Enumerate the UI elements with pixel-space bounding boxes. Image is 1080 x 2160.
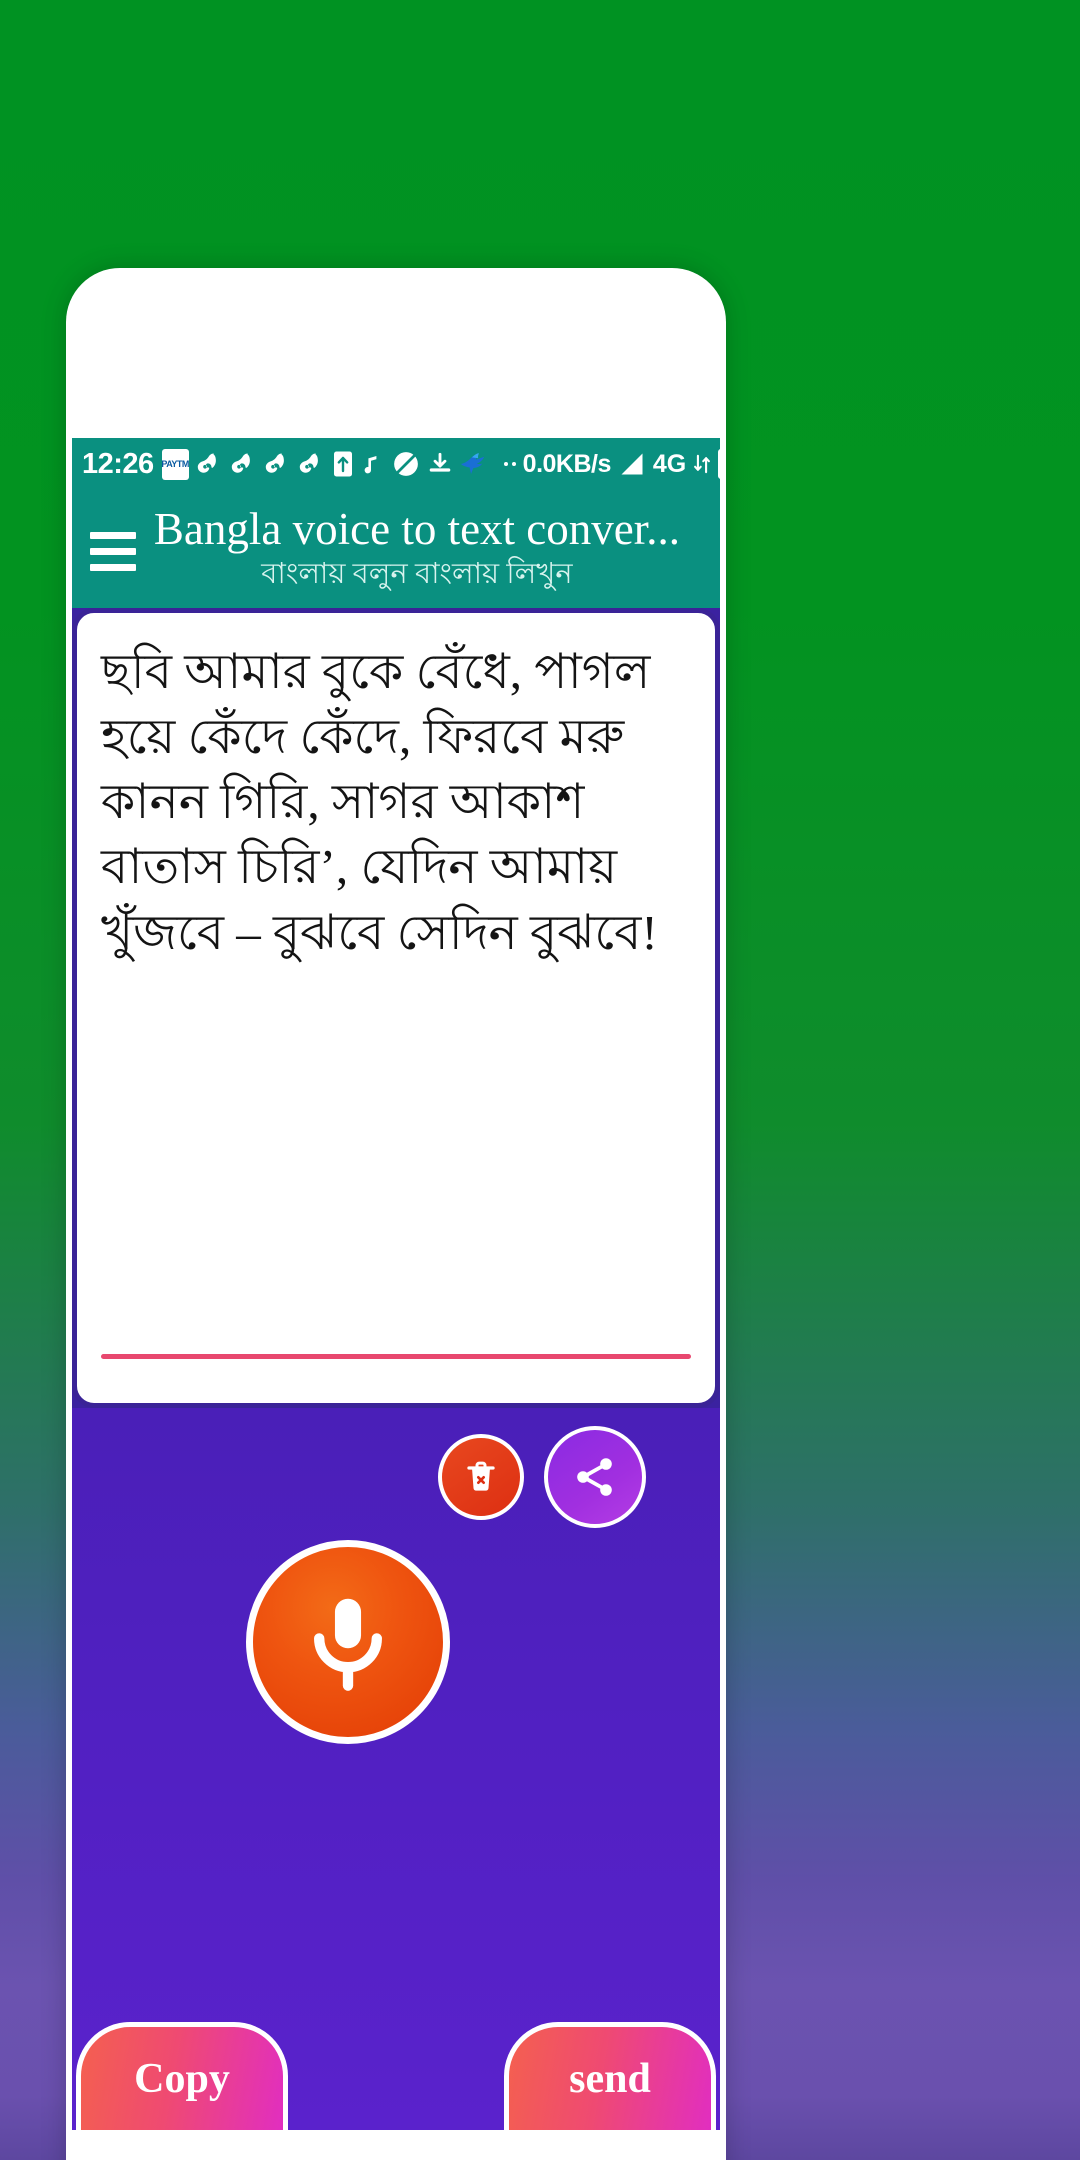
uc-browser-icon [231, 453, 250, 473]
transcript-textarea[interactable]: ছবি আমার বুকে বেঁধে, পাগল হয়ে কেঁদে কেঁ… [101, 639, 691, 965]
hamburger-bar [89, 563, 136, 571]
share-nodes-icon [577, 1458, 612, 1496]
transcript-underline [101, 1354, 691, 1359]
action-area: Copy send [72, 1408, 720, 2130]
trash-delete-icon [467, 1461, 495, 1491]
music-note-icon [364, 456, 377, 474]
hummingbird-icon [460, 453, 484, 474]
send-button-label: send [569, 2055, 651, 2102]
page-title: Bangla voice to text conver... [153, 504, 680, 555]
status-bar-system-icons: 0.0KB/s 4G 66 [523, 449, 720, 479]
transcript-card[interactable]: ছবি আমার বুকে বেঁধে, পাগল হয়ে কেঁদে কেঁ… [72, 608, 720, 1408]
status-bar-notification-icons: PAYTM [161, 448, 523, 480]
signal-bars-icon [621, 453, 643, 475]
app-toolbar: Bangla voice to text conver... বাংলায় ব… [72, 490, 720, 608]
hamburger-bar [89, 531, 136, 539]
more-dots-icon [503, 462, 516, 466]
promo-background: 12:26 PAYTM 0.0KB/s 4G Bangla voice to t… [0, 0, 1080, 2160]
uc-browser-icon [197, 453, 216, 473]
copy-button-label: Copy [134, 2055, 230, 2102]
status-bar-clock: 12:26 [82, 447, 154, 480]
data-updown-icon [694, 454, 711, 474]
share-button[interactable] [544, 1426, 646, 1528]
transcript-card-container: ছবি আমার বুকে বেঁধে, পাগল হয়ে কেঁদে কেঁ… [72, 608, 720, 1408]
hamburger-menu-icon[interactable] [72, 490, 154, 608]
uc-browser-icon [299, 453, 318, 473]
paytm-icon: PAYTM [161, 448, 189, 480]
do-not-disturb-icon [393, 452, 418, 476]
microphone-icon [314, 1598, 382, 1691]
upload-arrow-icon [333, 451, 352, 477]
microphone-record-button[interactable] [246, 1540, 450, 1744]
network-type-label: 4G [652, 449, 687, 478]
network-speed-label: 0.0KB/s [522, 449, 612, 478]
copy-button[interactable]: Copy [76, 2022, 288, 2130]
send-button[interactable]: send [504, 2022, 716, 2130]
battery-indicator: 66 [718, 449, 720, 479]
toolbar-title-block: Bangla voice to text conver... বাংলায় ব… [154, 506, 720, 591]
hamburger-bar [89, 547, 136, 555]
page-subtitle: বাংলায় বলুন বাংলায় লিখুন [261, 557, 573, 590]
paytm-icon-label: PAYTM [161, 459, 189, 469]
phone-screen: 12:26 PAYTM 0.0KB/s 4G Bangla voice to t… [72, 438, 720, 2160]
delete-button[interactable] [438, 1434, 524, 1520]
download-icon [429, 452, 450, 472]
status-bar: 12:26 PAYTM 0.0KB/s 4G [72, 438, 720, 490]
uc-browser-icon [265, 453, 284, 473]
